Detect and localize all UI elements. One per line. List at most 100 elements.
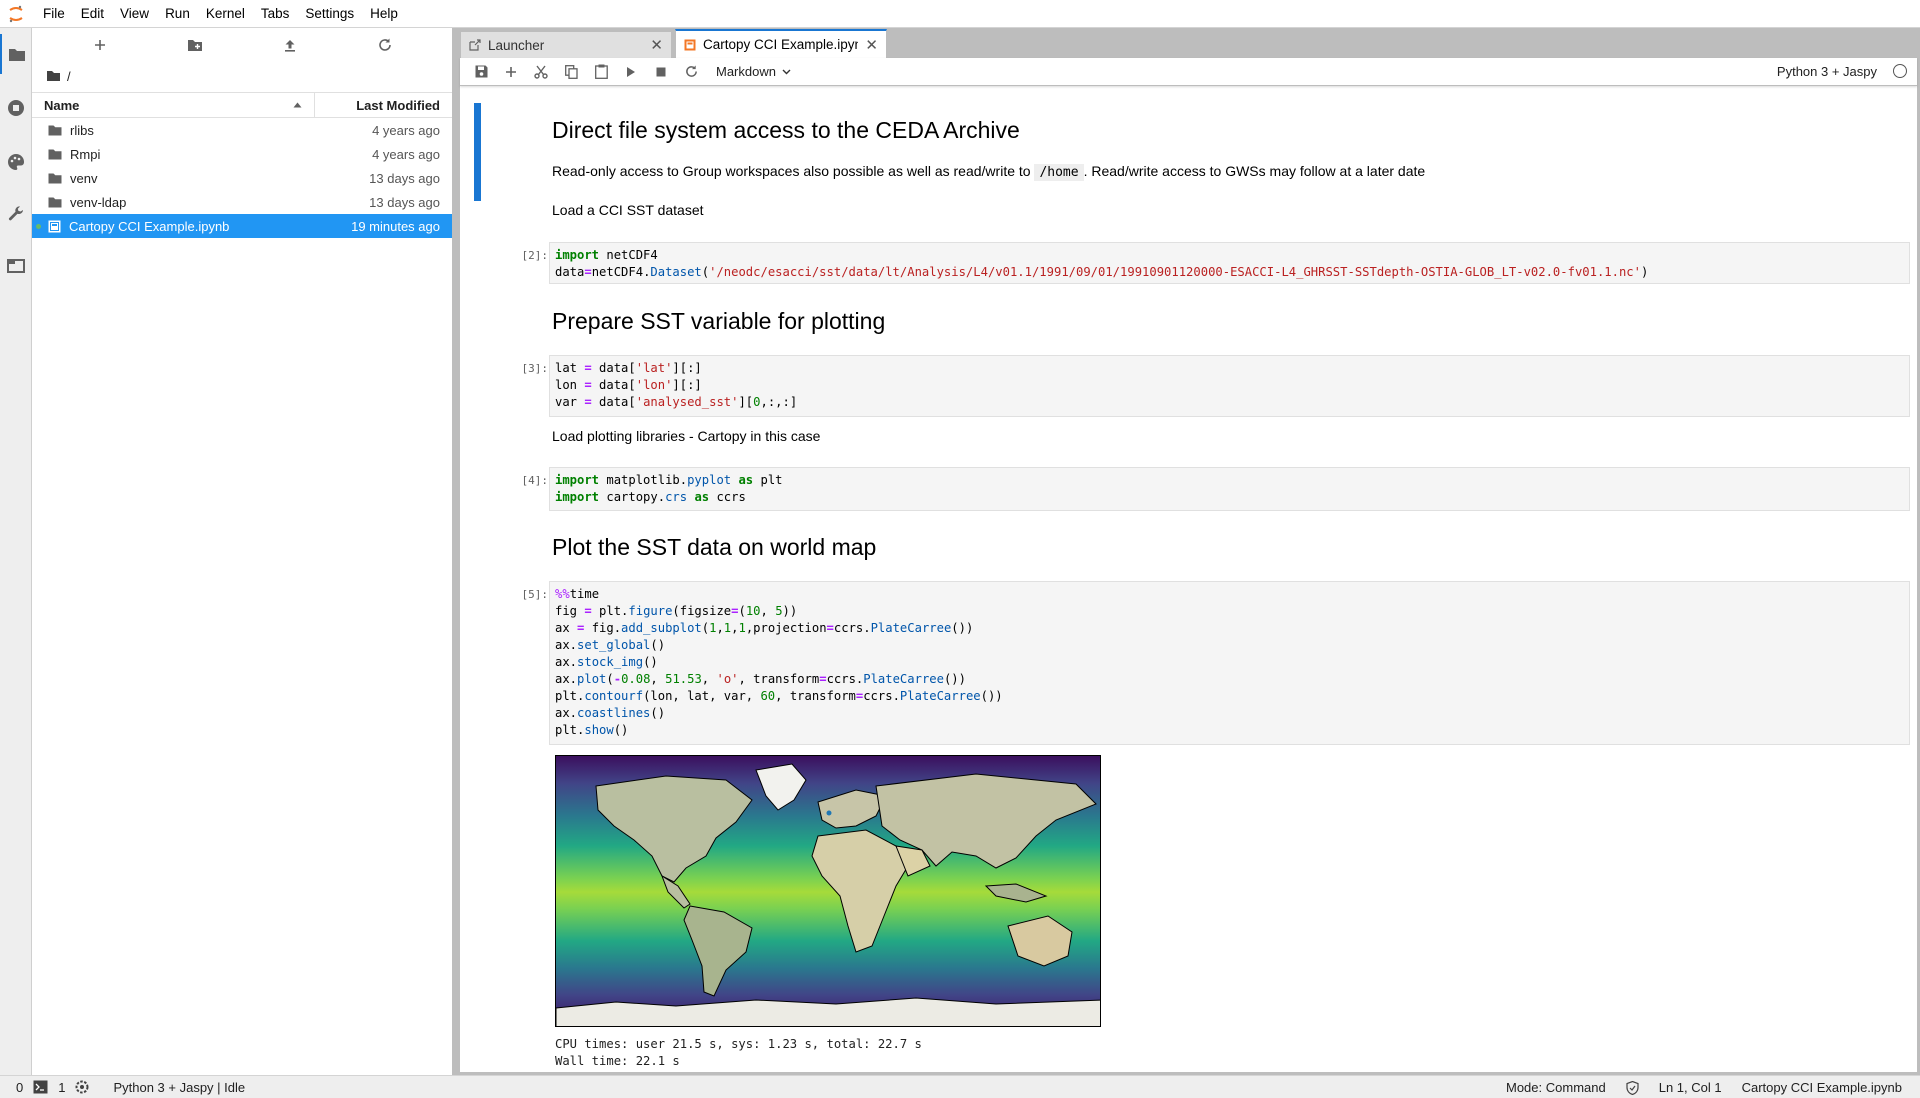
insert-cell-button[interactable] xyxy=(496,60,526,84)
plus-icon xyxy=(94,40,105,50)
plus-icon xyxy=(506,66,516,77)
paste-button[interactable] xyxy=(586,60,616,84)
menu-edit[interactable]: Edit xyxy=(73,0,112,28)
kernel-status-text[interactable]: Python 3 + Jaspy | Idle xyxy=(113,1080,245,1095)
upload-files-button[interactable] xyxy=(275,32,305,58)
new-launcher-button[interactable] xyxy=(85,32,115,58)
scissors-icon xyxy=(534,65,548,79)
markdown-paragraph: Load plotting libraries - Cartopy in thi… xyxy=(552,428,821,444)
folder-icon xyxy=(48,173,62,183)
file-list: rlibs 4 years ago Rmpi 4 years ago venv … xyxy=(32,118,452,238)
cell-prompt: [3]: xyxy=(521,362,549,375)
launcher-icon xyxy=(469,39,481,51)
property-inspector-tab[interactable] xyxy=(0,194,32,234)
world-map-image xyxy=(556,756,1100,1026)
dataset-path-string: '/neodc/esacci/sst/data/lt/Analysis/L4/v… xyxy=(709,265,1641,279)
activity-bar xyxy=(0,28,32,1075)
stop-circle-icon xyxy=(8,100,24,116)
cell-prompt: [5]: xyxy=(521,588,549,601)
jupyter-logo-icon xyxy=(0,0,32,28)
sst-world-map-plot xyxy=(555,755,1101,1027)
menu-run[interactable]: Run xyxy=(157,0,198,28)
notebook-toolbar: Markdown Python 3 + Jaspy xyxy=(460,58,1917,86)
cell-output-text: CPU times: user 21.5 s, sys: 1.23 s, tot… xyxy=(555,1037,922,1068)
column-modified-header[interactable]: Last Modified xyxy=(315,93,452,117)
open-tabs-tab[interactable] xyxy=(0,246,32,286)
file-row-rmpi[interactable]: Rmpi 4 years ago xyxy=(32,142,452,166)
tab-launcher[interactable]: Launcher ✕ xyxy=(460,31,672,58)
folder-icon[interactable] xyxy=(46,70,61,82)
refresh-icon xyxy=(378,38,391,51)
chevron-down-icon xyxy=(782,69,791,74)
copy-button[interactable] xyxy=(556,60,586,84)
command-palette-tab[interactable] xyxy=(0,142,32,182)
file-row-venv-ldap[interactable]: venv-ldap 13 days ago xyxy=(32,190,452,214)
close-icon[interactable]: ✕ xyxy=(865,36,878,54)
refresh-file-list-button[interactable] xyxy=(370,32,400,58)
terminal-count[interactable]: 0 xyxy=(16,1080,23,1095)
markdown-paragraph: Load a CCI SST dataset xyxy=(552,202,704,218)
heading-plot-sst: Plot the SST data on world map xyxy=(552,534,877,560)
kernel-gear-icon[interactable] xyxy=(75,1080,89,1094)
heading-prepare-sst: Prepare SST variable for plotting xyxy=(552,308,886,334)
menu-tabs[interactable]: Tabs xyxy=(253,0,298,28)
cursor-position[interactable]: Ln 1, Col 1 xyxy=(1659,1080,1722,1095)
menu-settings[interactable]: Settings xyxy=(297,0,362,28)
trusted-shield-icon[interactable] xyxy=(1626,1080,1639,1095)
file-row-venv[interactable]: venv 13 days ago xyxy=(32,166,452,190)
file-row-cartopy-notebook[interactable]: Cartopy CCI Example.ipynb 19 minutes ago xyxy=(32,214,452,238)
run-cell-button[interactable] xyxy=(616,60,646,84)
current-file-name: Cartopy CCI Example.ipynb xyxy=(1741,1080,1902,1095)
file-row-rlibs[interactable]: rlibs 4 years ago xyxy=(32,118,452,142)
folder-icon xyxy=(48,197,62,207)
save-icon xyxy=(475,65,487,78)
code-editor[interactable]: %%time fig = plt.figure(figsize=(10, 5))… xyxy=(549,581,1910,745)
menu-bar: File Edit View Run Kernel Tabs Settings … xyxy=(0,0,1920,28)
code-editor[interactable]: lat = data['lat'][:] lon = data['lon'][:… xyxy=(549,355,1910,417)
stop-icon xyxy=(656,67,666,76)
cell-prompt: [4]: xyxy=(521,474,549,487)
cut-button[interactable] xyxy=(526,60,556,84)
copy-icon xyxy=(564,64,578,79)
file-browser-tab[interactable] xyxy=(0,34,32,74)
london-marker xyxy=(826,810,832,816)
refresh-icon xyxy=(685,65,697,77)
column-name-header[interactable]: Name xyxy=(32,93,315,117)
code-editor[interactable]: import netCDF4 data=netCDF4.Dataset('/ne… xyxy=(549,242,1910,284)
folder-icon xyxy=(48,149,62,159)
breadcrumb-root[interactable]: / xyxy=(67,69,71,84)
file-browser-panel: / Name Last Modified rlibs 4 years ago R… xyxy=(32,28,452,1075)
file-list-header: Name Last Modified xyxy=(32,92,452,118)
folder-icon xyxy=(48,125,62,135)
terminal-icon[interactable] xyxy=(33,1080,48,1094)
menu-kernel[interactable]: Kernel xyxy=(198,0,253,28)
folder-icon xyxy=(9,48,25,61)
code-editor[interactable]: import matplotlib.pyplot as plt import c… xyxy=(549,467,1910,511)
notebook-icon xyxy=(684,39,696,50)
new-folder-button[interactable] xyxy=(180,32,210,58)
restart-kernel-button[interactable] xyxy=(676,60,706,84)
notebook-content[interactable]: Direct file system access to the CEDA Ar… xyxy=(460,87,1917,1072)
upload-icon xyxy=(284,39,295,52)
status-bar: 0 1 Python 3 + Jaspy | Idle Mode: Comman… xyxy=(0,1075,1920,1098)
menu-help[interactable]: Help xyxy=(362,0,406,28)
new-folder-icon xyxy=(187,39,202,51)
menu-file[interactable]: File xyxy=(35,0,73,28)
notebook-scrollbar[interactable] xyxy=(1911,87,1917,1072)
palette-icon xyxy=(8,153,25,170)
close-icon[interactable]: ✕ xyxy=(650,36,663,54)
save-button[interactable] xyxy=(466,60,496,84)
heading-ceda-archive: Direct file system access to the CEDA Ar… xyxy=(552,117,1020,143)
active-cell-indicator xyxy=(474,103,481,201)
tab-cartopy-notebook[interactable]: Cartopy CCI Example.ipynb ✕ xyxy=(675,29,887,58)
kernel-name-button[interactable]: Python 3 + Jaspy xyxy=(1777,64,1877,79)
interrupt-kernel-button[interactable] xyxy=(646,60,676,84)
markdown-paragraph: Read-only access to Group workspaces als… xyxy=(552,163,1426,181)
cell-type-dropdown[interactable]: Markdown xyxy=(716,64,791,79)
kernel-count[interactable]: 1 xyxy=(58,1080,65,1095)
kernel-idle-icon xyxy=(1893,64,1907,78)
wrench-icon xyxy=(8,206,23,221)
menu-view[interactable]: View xyxy=(112,0,157,28)
running-sessions-tab[interactable] xyxy=(0,88,32,128)
notebook-icon xyxy=(48,220,61,232)
